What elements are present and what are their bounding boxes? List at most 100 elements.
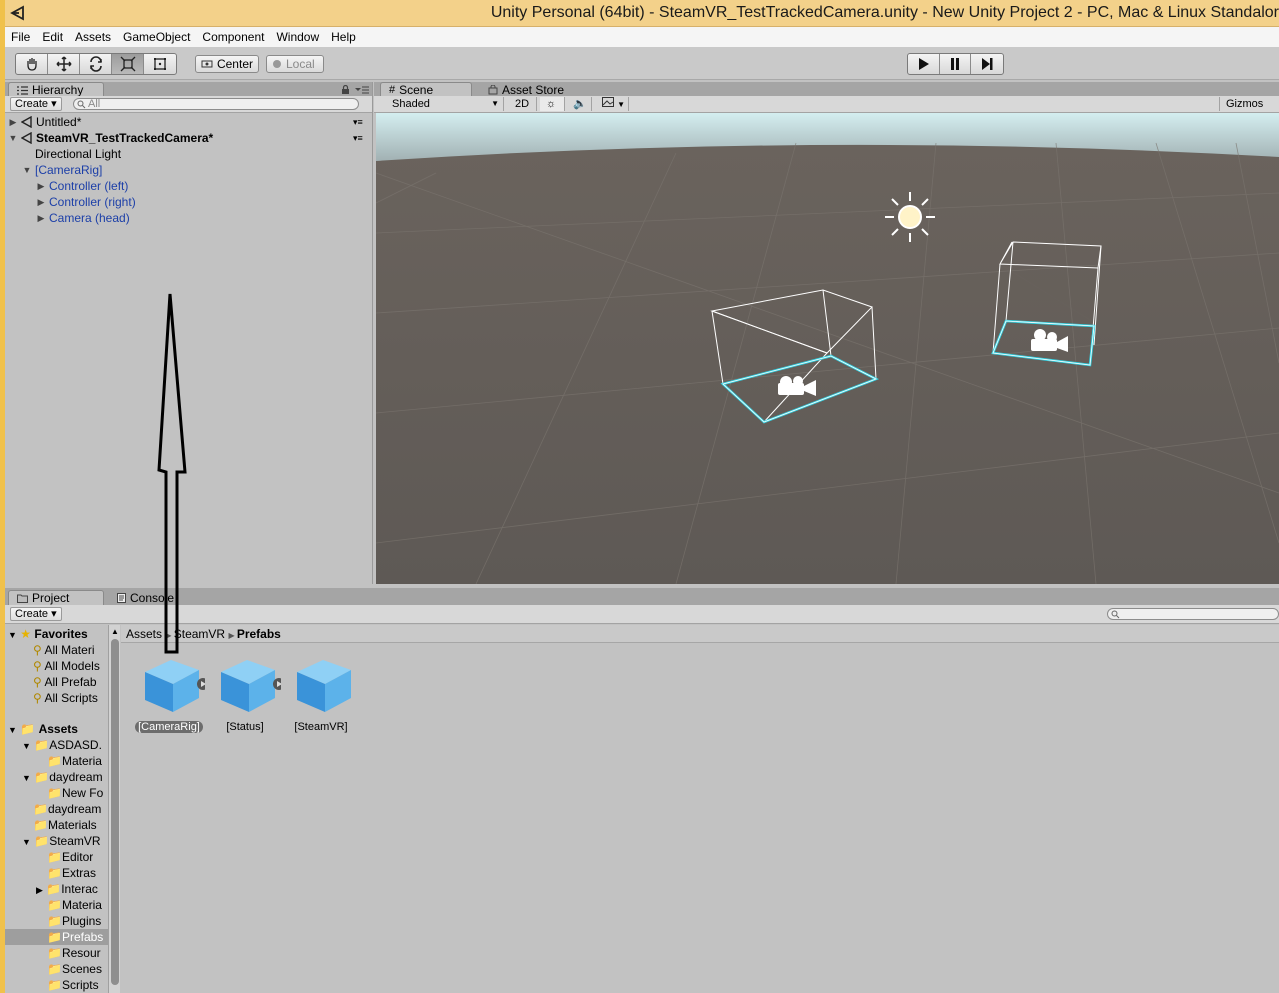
tree-item-camerarig[interactable]: ▼ [CameraRig] (5, 162, 372, 178)
scene-panel: # Scene Asset Store Shaded ▼ 2D ☼ 🔈 ▼ Gi… (374, 82, 1279, 584)
collapse-arrow-icon[interactable]: ▼ (22, 162, 32, 178)
tab-project[interactable]: Project (8, 590, 104, 605)
hierarchy-tabstrip: Hierarchy (5, 82, 372, 97)
collapse-arrow-icon[interactable]: ▼ (8, 725, 17, 735)
menu-assets[interactable]: Assets (69, 27, 117, 48)
folder-item[interactable]: 📁Scenes (47, 961, 102, 977)
scene-row-steamvr[interactable]: ▼ SteamVR_TestTrackedCamera* ▾≡ (5, 130, 372, 146)
shading-mode-dropdown[interactable]: Shaded ▼ (386, 97, 504, 111)
step-icon (982, 58, 993, 70)
scene-row-untitled[interactable]: ▶ Untitled* ▾≡ (5, 114, 372, 130)
scroll-up-icon[interactable]: ▲ (111, 627, 119, 636)
project-folder-tree: ▼ ★ Favorites ⚲ All Materi ⚲ All Models … (5, 625, 108, 993)
tree-item-controller-left[interactable]: ▶ Controller (left) (5, 178, 372, 194)
project-create-button[interactable]: Create ▾ (10, 607, 62, 621)
folder-item[interactable]: ▼ 📁ASDASD. (22, 737, 102, 753)
asset-label: [SteamVR] (294, 721, 348, 733)
folder-item[interactable]: 📁Materials (33, 817, 97, 833)
tab-scene[interactable]: # Scene (380, 82, 472, 97)
asset-label: [CameraRig] (135, 721, 203, 733)
favorite-item[interactable]: ⚲ All Materi (33, 642, 94, 658)
menu-window[interactable]: Window (270, 27, 325, 48)
menu-gameobject[interactable]: GameObject (117, 27, 196, 48)
folder-item[interactable]: 📁Scripts (47, 977, 99, 993)
effects-dropdown[interactable]: ▼ (596, 97, 629, 111)
pivot-toggle[interactable]: Center (195, 55, 259, 73)
favorite-item[interactable]: ⚲ All Scripts (33, 690, 98, 706)
breadcrumb-item[interactable]: Prefabs (237, 627, 281, 641)
folder-item[interactable]: 📁Resour (47, 945, 101, 961)
project-search-input[interactable] (1107, 608, 1279, 620)
folder-item[interactable]: ▼ 📁SteamVR (22, 833, 101, 849)
rect-tool-button[interactable] (144, 54, 176, 74)
play-icon (919, 58, 930, 70)
hierarchy-create-button[interactable]: Create ▾ (10, 97, 62, 111)
folder-item-selected[interactable]: 📁Prefabs (5, 929, 108, 945)
asset-prefab-steamvr[interactable]: [SteamVR] (285, 658, 357, 733)
asset-prefab-status[interactable]: [Status] (209, 658, 285, 733)
asset-prefab-camerarig[interactable]: [CameraRig] (133, 658, 209, 733)
panel-menu-icon[interactable] (355, 86, 369, 94)
toggle-2d-button[interactable]: 2D (510, 97, 537, 111)
audio-toggle[interactable]: 🔈 (567, 97, 592, 111)
play-button[interactable] (908, 54, 940, 74)
assets-root-row[interactable]: ▼ 📁 Assets (8, 721, 78, 737)
folder-label: Scenes (61, 962, 102, 976)
move-tool-button[interactable] (48, 54, 80, 74)
tree-item-camera-head[interactable]: ▶ Camera (head) (5, 210, 372, 226)
unity-scene-icon (21, 132, 32, 144)
expand-arrow-icon[interactable]: ▶ (8, 114, 18, 130)
hierarchy-search-input[interactable]: All (73, 98, 359, 110)
folder-tree-scrollbar[interactable]: ▲ (108, 625, 120, 993)
folder-item[interactable]: 📁Materia (47, 897, 102, 913)
menu-edit[interactable]: Edit (36, 27, 69, 48)
pivot-icon (201, 60, 213, 68)
folder-label: Materials (47, 818, 97, 832)
row-menu-icon[interactable]: ▾≡ (353, 114, 363, 130)
folder-item[interactable]: 📁daydream (33, 801, 101, 817)
menu-bar: File Edit Assets GameObject Component Window H… (5, 27, 1279, 48)
expand-arrow-icon[interactable]: ▶ (36, 194, 46, 210)
tab-hierarchy[interactable]: Hierarchy (8, 82, 104, 97)
step-button[interactable] (971, 54, 1003, 74)
lock-icon[interactable] (341, 85, 350, 95)
row-menu-icon[interactable]: ▾≡ (353, 130, 363, 146)
menu-file[interactable]: File (5, 27, 36, 48)
folder-item[interactable]: 📁Materia (47, 753, 102, 769)
gizmos-dropdown[interactable]: Gizmos ▼ (1219, 97, 1274, 123)
hand-tool-button[interactable] (16, 54, 48, 74)
expand-arrow-icon[interactable]: ▶ (36, 178, 46, 194)
lighting-toggle[interactable]: ☼ (540, 97, 565, 111)
folder-item[interactable]: ▶ 📁Interac (36, 881, 98, 897)
tab-asset-store[interactable]: Asset Store (480, 82, 574, 97)
favorites-row[interactable]: ▼ ★ Favorites (8, 626, 108, 642)
favorite-item[interactable]: ⚲ All Models (33, 658, 100, 674)
scene-viewport[interactable] (376, 113, 1279, 584)
assets-label: Assets (38, 722, 78, 736)
folder-item[interactable]: 📁New Fo (47, 785, 103, 801)
menu-help[interactable]: Help (325, 27, 362, 48)
folder-item[interactable]: 📁Extras (47, 865, 96, 881)
tree-item-controller-right[interactable]: ▶ Controller (right) (5, 194, 372, 210)
sun-light-icon[interactable] (885, 192, 935, 242)
menu-component[interactable]: Component (196, 27, 270, 48)
hierarchy-create-label: Create (15, 98, 49, 110)
scrollbar-thumb[interactable] (111, 639, 119, 985)
collapse-arrow-icon[interactable]: ▼ (8, 130, 18, 146)
rotate-tool-button[interactable] (80, 54, 112, 74)
scene-subbar: Shaded ▼ 2D ☼ 🔈 ▼ Gizmos ▼ (374, 96, 1279, 123)
folder-item[interactable]: 📁Editor (47, 849, 93, 865)
collapse-arrow-icon[interactable]: ▼ (8, 630, 17, 640)
tree-item-directional-light[interactable]: Directional Light (5, 146, 372, 162)
favorite-item[interactable]: ⚲ All Prefab (33, 674, 97, 690)
pause-button[interactable] (940, 54, 972, 74)
expand-arrow-icon[interactable]: ▶ (36, 210, 46, 226)
space-toggle[interactable]: Local (266, 55, 324, 73)
scene-view-canvas[interactable] (376, 113, 1279, 584)
folder-item[interactable]: ▼ 📁daydream (22, 769, 103, 785)
shading-mode-value: Shaded (392, 98, 430, 110)
folder-label: Resour (61, 946, 101, 960)
folder-label: ASDASD. (49, 738, 102, 752)
scale-tool-button[interactable] (112, 54, 144, 74)
folder-item[interactable]: 📁Plugins (47, 913, 101, 929)
